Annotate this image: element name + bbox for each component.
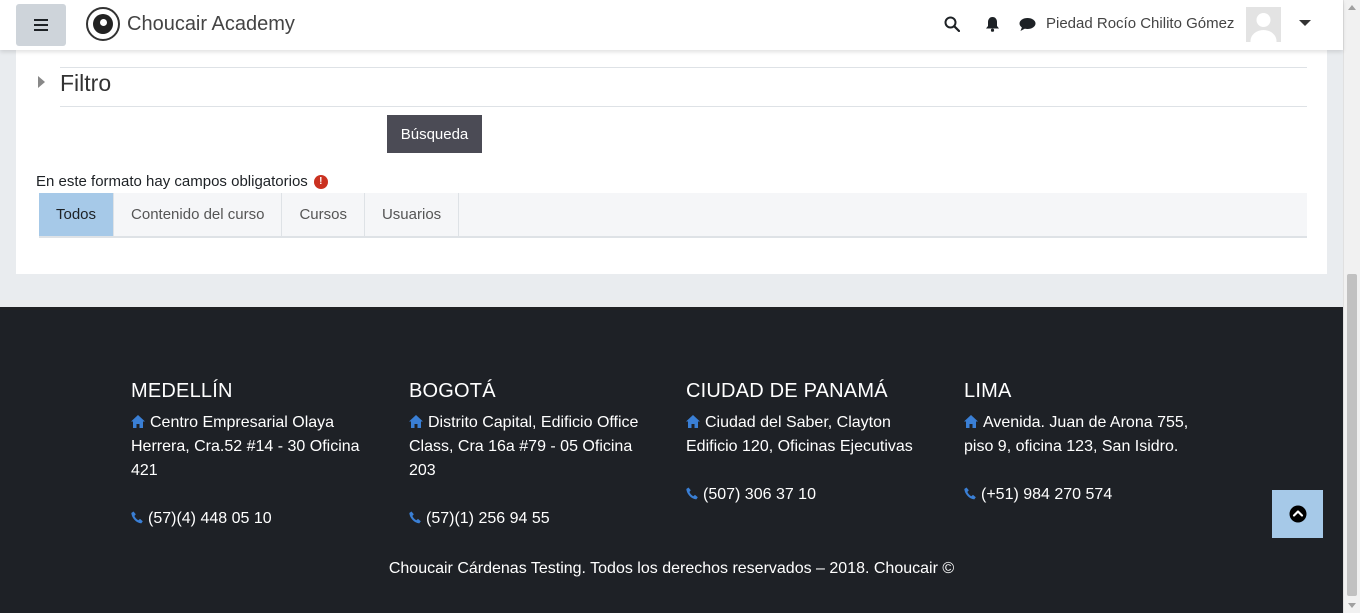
required-fields-note: En este formato hay campos obligatorios … <box>36 173 328 190</box>
office-phone-text: (507) 306 37 10 <box>703 486 816 503</box>
arrow-up-circle-icon <box>1289 505 1306 523</box>
search-area-tabs: Todos Contenido del curso Cursos Usuario… <box>39 193 1307 238</box>
phone-icon <box>409 511 421 524</box>
caret-right-icon <box>38 75 45 88</box>
brand-name: Choucair Academy <box>127 12 295 35</box>
office-city: LIMA <box>964 380 1012 402</box>
divider <box>60 50 1307 68</box>
office-medellin: MEDELLÍN Centro Empresarial Olaya Herrer… <box>131 380 381 531</box>
notifications-button[interactable] <box>982 14 1002 34</box>
hamburger-menu-icon <box>34 19 48 31</box>
office-address: Avenida. Juan de Arona 755, piso 9, ofic… <box>964 411 1214 459</box>
office-panama: CIUDAD DE PANAMÁ Ciudad del Saber, Clayt… <box>686 380 936 507</box>
office-city: MEDELLÍN <box>131 380 233 402</box>
filter-title: Filtro <box>60 70 112 96</box>
tab-cursos[interactable]: Cursos <box>282 193 365 236</box>
office-city: CIUDAD DE PANAMÁ <box>686 380 888 402</box>
filter-collapse-toggle[interactable]: Filtro <box>38 70 111 97</box>
home-icon <box>409 415 423 428</box>
back-to-top-button[interactable] <box>1272 490 1323 538</box>
office-phone: (57)(4) 448 05 10 <box>131 507 381 531</box>
phone-icon <box>131 511 143 524</box>
home-icon <box>964 415 978 428</box>
tab-todos[interactable]: Todos <box>39 193 115 236</box>
page-footer: MEDELLÍN Centro Empresarial Olaya Herrer… <box>0 307 1343 613</box>
office-city: BOGOTÁ <box>409 380 496 402</box>
office-phone-text: (57)(1) 256 94 55 <box>426 510 550 527</box>
chat-icon <box>1019 17 1035 31</box>
user-avatar-icon <box>1246 7 1281 42</box>
search-button[interactable] <box>942 14 962 34</box>
office-address: Centro Empresarial Olaya Herrera, Cra.52… <box>131 411 381 483</box>
required-exclamation-icon: ! <box>313 174 328 189</box>
scroll-down-arrow-icon[interactable] <box>1348 603 1356 608</box>
scroll-up-arrow-icon[interactable] <box>1348 5 1356 10</box>
required-fields-text: En este formato hay campos obligatorios <box>36 173 308 190</box>
chevron-down-icon[interactable] <box>1299 20 1311 26</box>
office-address-text: Centro Empresarial Olaya Herrera, Cra.52… <box>131 414 360 479</box>
brand-logo <box>86 7 120 41</box>
office-address-text: Ciudad del Saber, Clayton Edificio 120, … <box>686 414 913 455</box>
office-address-text: Distrito Capital, Edificio Office Class,… <box>409 414 639 479</box>
office-bogota: BOGOTÁ Distrito Capital, Edificio Office… <box>409 380 659 531</box>
copyright-text: Choucair Cárdenas Testing. Todos los der… <box>388 560 955 577</box>
office-phone-text: (+51) 984 270 574 <box>981 486 1113 503</box>
phone-icon <box>964 487 976 500</box>
top-navbar: Choucair Academy Piedad Rocío Chilito Gó… <box>0 0 1343 50</box>
office-address-text: Avenida. Juan de Arona 755, piso 9, ofic… <box>964 414 1189 455</box>
home-icon <box>131 415 145 428</box>
search-icon <box>944 16 960 32</box>
tab-contenido-del-curso[interactable]: Contenido del curso <box>114 193 283 236</box>
page-scrollbar[interactable] <box>1343 0 1360 613</box>
office-address: Ciudad del Saber, Clayton Edificio 120, … <box>686 411 936 459</box>
user-name[interactable]: Piedad Rocío Chilito Gómez <box>1046 15 1234 32</box>
office-phone: (57)(1) 256 94 55 <box>409 507 659 531</box>
phone-icon <box>686 487 698 500</box>
divider <box>60 106 1307 107</box>
avatar[interactable] <box>1246 7 1281 42</box>
search-submit-button[interactable]: Búsqueda <box>387 115 482 153</box>
hamburger-menu-button[interactable] <box>16 4 66 46</box>
office-address: Distrito Capital, Edificio Office Class,… <box>409 411 659 483</box>
brand-link[interactable]: Choucair Academy <box>86 7 295 41</box>
office-phone: (507) 306 37 10 <box>686 483 936 507</box>
bell-icon <box>985 17 999 32</box>
tab-usuarios[interactable]: Usuarios <box>365 193 460 236</box>
search-panel: Filtro Búsqueda En este formato hay camp… <box>16 50 1327 274</box>
office-phone: (+51) 984 270 574 <box>964 483 1214 507</box>
office-lima: LIMA Avenida. Juan de Arona 755, piso 9,… <box>964 380 1214 507</box>
office-phone-text: (57)(4) 448 05 10 <box>148 510 272 527</box>
messages-button[interactable] <box>1017 14 1037 34</box>
scrollbar-thumb[interactable] <box>1347 274 1357 596</box>
home-icon <box>686 415 700 428</box>
